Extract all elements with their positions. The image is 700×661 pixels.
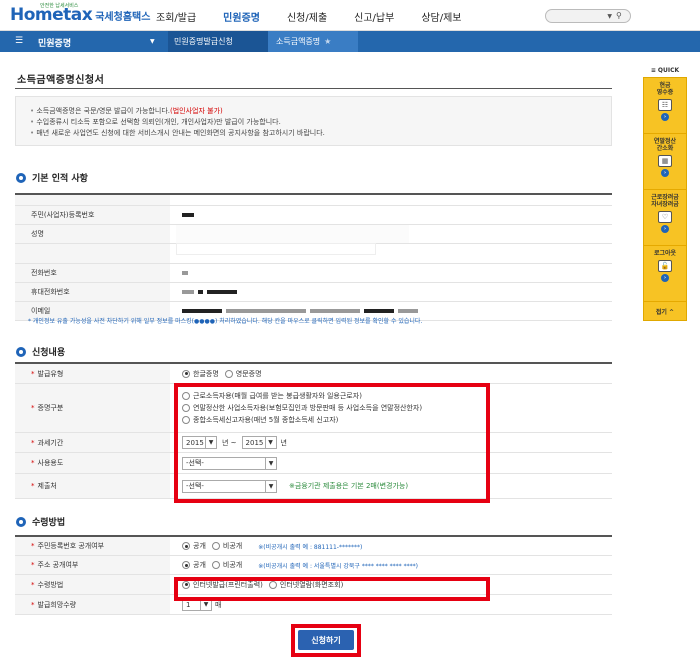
label-count: 발급희망수량 [37,600,77,609]
addr-public-yes[interactable]: 공개 [182,560,206,570]
issue-type-group: 한글증명 영문증명 [182,364,268,383]
rrn-hint: ※(비공개시 출력 예 : 881111-*******) [258,543,363,551]
caret-down-icon[interactable]: ▼ [150,38,155,45]
heart-icon: ♡ [658,211,672,223]
highlight-box-method [174,577,490,601]
section-receive: 수령방법 [16,515,65,528]
bullet-icon [16,346,26,357]
submit-button[interactable]: 신청하기 [298,630,354,650]
masking-note: * 개인정보 유출 가능성을 사전 차단하기 위해 일부 정보를 마스킹(●●●… [28,318,423,325]
label-mobile: 휴대전화번호 [15,283,170,301]
rrn-public-yes[interactable]: 공개 [182,541,206,551]
search-icon[interactable]: ⚲ [616,11,627,21]
arrow-right-icon: › [661,274,669,282]
quick-title: ≡ QUICK [650,67,680,74]
label-issue-type: 발급유형 [37,369,64,378]
hometax-logo[interactable]: 안전한 납세서비스 Hometax 국세청홈택스 [10,3,151,25]
bullet-icon [16,516,26,527]
label-usage: 사용용도 [37,459,64,467]
hamburger-icon[interactable]: ☰ [15,36,23,46]
highlight-box-apply [174,383,490,503]
label-rrn-public: 주민등록번호 공개여부 [37,542,105,550]
arrow-right-icon: › [661,225,669,233]
value-rrn [182,206,198,224]
receipt-icon: ☷ [658,99,672,111]
gnb-item-inquiry[interactable]: 조회/발급 [156,9,196,24]
label-name: 성명 [15,225,170,243]
notice-box: 소득금액증명은 국문/영문 발급이 가능합니다.(법인사업자 불가) 수입종류시… [15,96,612,146]
issue-type-korean[interactable]: 한글증명 [182,369,219,379]
global-nav: 조회/발급 민원증명 신청/제출 신고/납부 상담/제보 [156,9,489,24]
quick-close-button[interactable]: 접기 ^ [644,302,686,320]
notice-line: 매년 새로운 사업연도 신청에 대한 서비스개시 안내는 메인화면의 공지사항을… [30,128,597,139]
quick-item-year-end[interactable]: 연말정산 간소화 ▦ › [644,134,686,190]
top-header: 안전한 납세서비스 Hometax 국세청홈택스 조회/발급 민원증명 신청/제… [0,0,700,31]
gnb-item-report[interactable]: 신고/납부 [354,9,394,24]
issue-type-english[interactable]: 영문증명 [224,369,262,379]
calculator-icon: ▦ [658,155,672,167]
arrow-right-icon: › [661,169,669,177]
logo-tagline: 안전한 납세서비스 [40,3,79,9]
value-mobile [182,283,241,301]
menu-label[interactable]: 민원증명 [38,36,71,49]
quick-menu: ≡ QUICK 현금 영수증 ☷ › 연말정산 간소화 ▦ › 근로장려금 자녀… [643,67,687,321]
breadcrumb-item-current[interactable]: 소득금액증명 ★ [268,31,358,52]
search-input[interactable]: ▼ ⚲ [545,9,631,23]
label-rrn: 주민(사업자)등록번호 [15,206,170,224]
label-period: 과세기간 [37,438,64,447]
label-cert-type: 증명구분 [37,404,64,412]
rrn-public-no[interactable]: 비공개 [211,541,242,551]
page-title: 소득금액증명신청서 [17,75,105,86]
value-phone [182,264,192,282]
label-method: 수령방법 [37,580,64,589]
lock-icon: 🔓 [658,260,672,272]
addr-hint: ※(비공개시 출력 예 : 서울특별시 강북구 **** **** **** *… [258,562,418,570]
breadcrumb-item-apply[interactable]: 민원증명발급신청 [168,31,268,52]
quick-item-logout[interactable]: 로그아웃 🔓 › [644,246,686,302]
favorite-star-icon[interactable]: ★ [324,37,331,46]
label-addr-public: 주소 공개여부 [37,561,79,569]
gnb-item-certificate[interactable]: 민원증명 [223,9,260,24]
gnb-item-apply[interactable]: 신청/제출 [287,9,327,24]
bullet-icon [16,172,26,183]
gnb-item-consult[interactable]: 상담/제보 [421,9,461,24]
arrow-right-icon: › [661,113,669,121]
basic-info-table: 주민(사업자)등록번호 성명 전화번호 휴대전화번호 이메일 [15,193,612,321]
chevron-down-icon[interactable]: ▼ [607,13,612,20]
section-basic-info: 기본 인적 사항 [16,171,88,184]
addr-public-no[interactable]: 비공개 [211,560,242,570]
section-apply: 신청내용 [16,345,65,358]
quick-item-incentive[interactable]: 근로장려금 자녀장려금 ♡ › [644,190,686,246]
label-phone: 전화번호 [15,264,170,282]
quick-item-cash-receipt[interactable]: 현금 영수증 ☷ › [644,78,686,134]
breadcrumb: ☰ 민원증명 ▼ 민원증명발급신청 소득금액증명 ★ [0,31,700,52]
notice-line: 수입종류시 티소득 포함으로 선택함 의뢰인(개인, 개인사업자)만 발급이 가… [30,117,597,128]
receive-table: * 주민등록번호 공개여부 공개 비공개 ※(비공개시 출력 예 : 881111… [15,535,612,615]
notice-line: 소득금액증명은 국문/영문 발급이 가능합니다.(법인사업자 불가) [30,106,597,117]
logo-brand-kr: 국세청홈택스 [95,12,151,23]
label-submit-to: 제출처 [37,482,57,490]
